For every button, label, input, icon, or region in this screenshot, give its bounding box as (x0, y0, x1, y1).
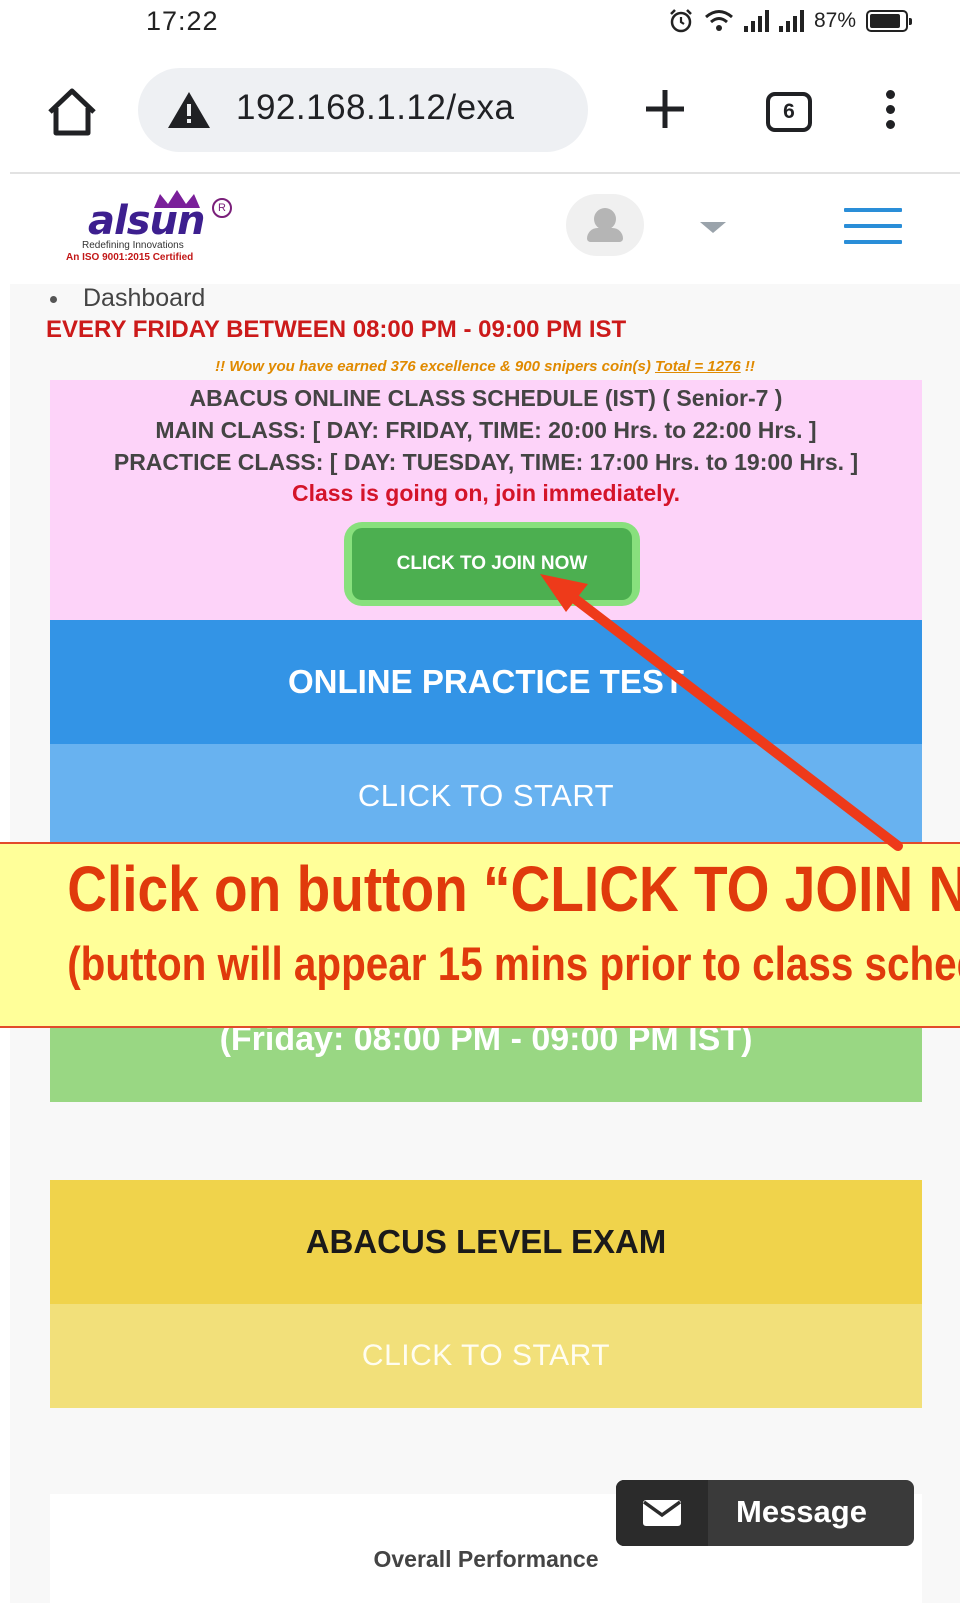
url-text[interactable]: 192.168.1.12/exa (236, 88, 576, 128)
coins-message: !! Wow you have earned 376 excellence & … (10, 358, 960, 375)
practice-test-start-button[interactable]: CLICK TO START (50, 744, 922, 848)
status-time: 17:22 (146, 6, 219, 36)
coins-text: !! Wow you have earned 376 excellence & … (215, 358, 651, 375)
callout-line-2: (button will appear 15 mins prior to cla… (67, 937, 960, 990)
wifi-icon (705, 10, 733, 31)
envelope-icon (642, 1500, 682, 1526)
coins-total[interactable]: Total = 1276 (655, 358, 741, 375)
home-icon[interactable] (44, 86, 100, 138)
registered-mark: R (212, 198, 232, 218)
site-header: alsun R Redefining Innovations An ISO 90… (0, 178, 960, 284)
coins-suffix: !! (744, 358, 755, 375)
message-icon-box (616, 1480, 708, 1546)
level-exam-title: ABACUS LEVEL EXAM (50, 1180, 922, 1304)
signal-icon (743, 10, 769, 32)
live-class-notice: Class is going on, join immediately. (291, 480, 681, 506)
status-bar: 17:22 87% (0, 0, 960, 50)
message-button[interactable]: Message (616, 1480, 914, 1546)
callout-line-1: Click on button “CLICK TO JOIN NOW” (67, 853, 960, 925)
logo-text: alsun (88, 198, 205, 244)
class-schedule-panel: ABACUS ONLINE CLASS SCHEDULE (IST) ( Sen… (50, 380, 922, 620)
battery-percent: 87% (813, 9, 856, 32)
breadcrumb-dashboard[interactable]: Dashboard (83, 284, 205, 312)
tabs-button[interactable]: 6 (766, 92, 812, 132)
logo-iso: An ISO 9001:2015 Certified (66, 252, 194, 263)
status-icons: 87% (668, 8, 912, 34)
breadcrumb: Dashboard (50, 284, 205, 313)
hamburger-menu-icon[interactable] (844, 208, 902, 244)
instruction-callout: Click on button “CLICK TO JOIN NOW” (but… (0, 842, 960, 1028)
signal-icon (778, 10, 804, 32)
caret-down-icon[interactable] (700, 222, 726, 233)
practice-class-line: PRACTICE CLASS: [ DAY: TUESDAY, TIME: 17… (113, 449, 859, 475)
plus-icon[interactable] (640, 84, 690, 134)
browser-toolbar: 192.168.1.12/exa 6 (0, 56, 960, 168)
marquee-notice: EVERY FRIDAY BETWEEN 08:00 PM - 09:00 PM… (46, 316, 627, 343)
alarm-icon (670, 9, 692, 33)
schedule-title: ABACUS ONLINE CLASS SCHEDULE (IST) ( Sen… (189, 385, 783, 411)
divider (10, 172, 960, 174)
level-exam-start-button[interactable]: CLICK TO START (50, 1304, 922, 1408)
site-logo[interactable]: alsun R Redefining Innovations An ISO 90… (66, 190, 242, 270)
join-now-button[interactable]: CLICK TO JOIN NOW (352, 528, 632, 600)
more-vert-icon[interactable] (880, 90, 900, 136)
practice-test-title: ONLINE PRACTICE TEST (50, 620, 922, 744)
performance-title: Overall Performance (373, 1546, 599, 1572)
logo-tagline: Redefining Innovations (82, 240, 184, 251)
join-button-highlight: CLICK TO JOIN NOW (344, 522, 640, 606)
message-label: Message (736, 1494, 867, 1529)
warning-icon[interactable] (166, 90, 212, 130)
battery-icon (866, 10, 912, 32)
user-avatar-icon[interactable] (566, 194, 644, 256)
main-class-line: MAIN CLASS: [ DAY: FRIDAY, TIME: 20:00 H… (155, 417, 817, 443)
address-bar[interactable]: 192.168.1.12/exa (138, 68, 588, 152)
